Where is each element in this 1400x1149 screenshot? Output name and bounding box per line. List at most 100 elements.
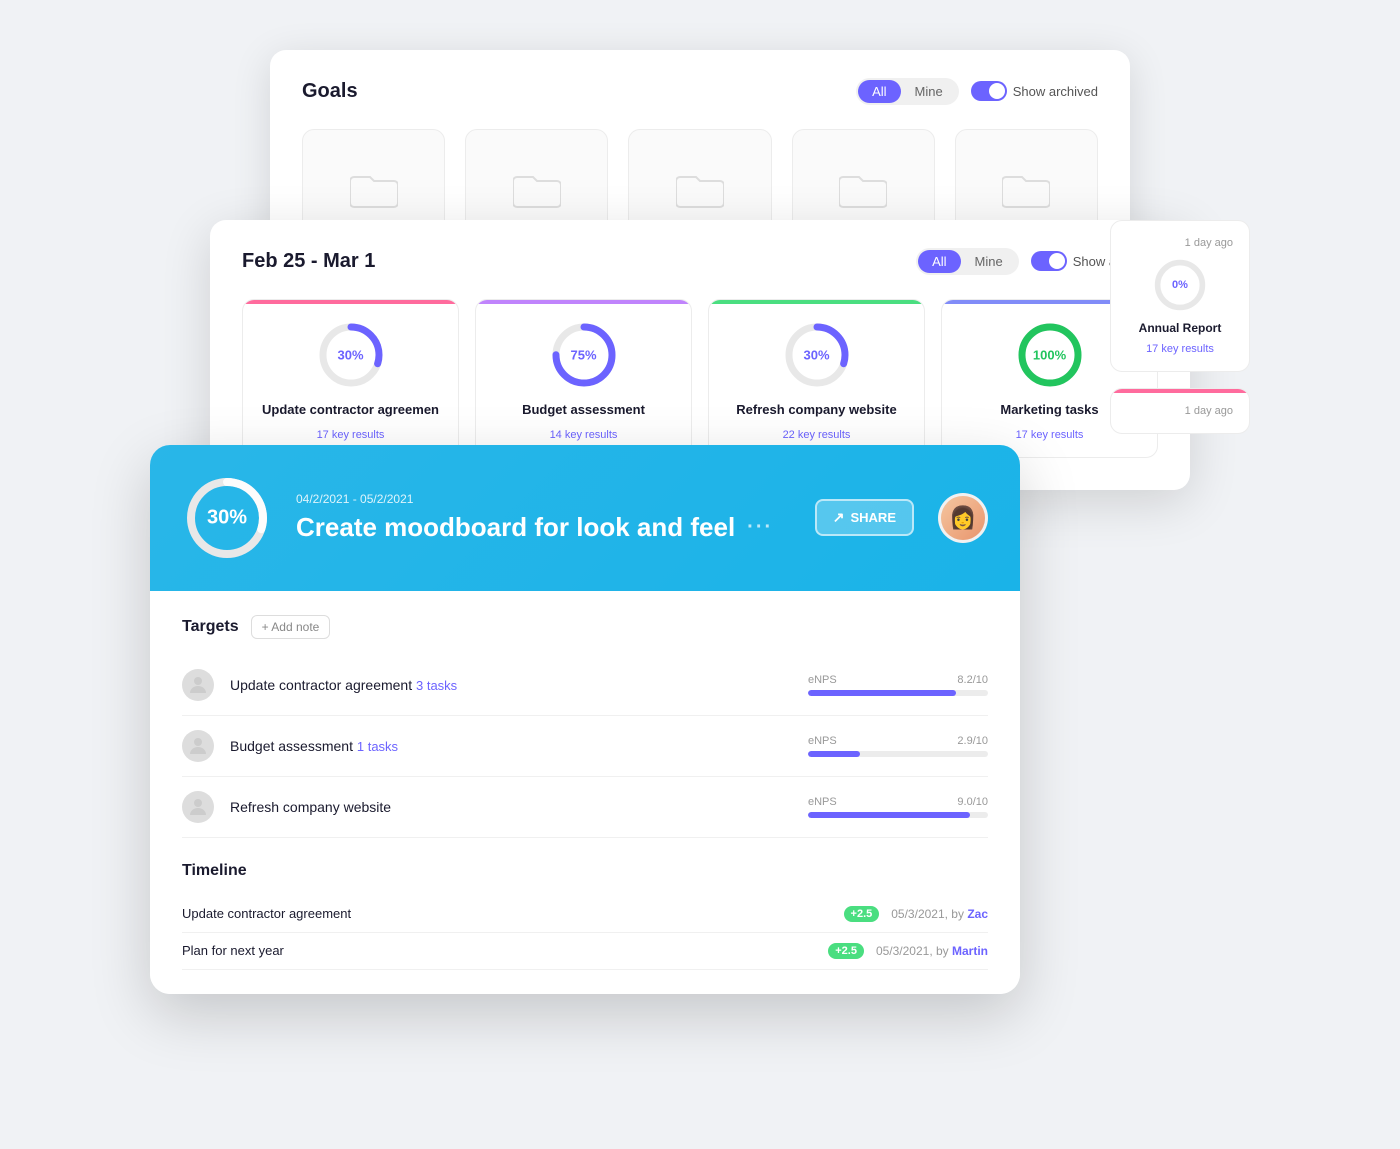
folder-icon-4 (839, 169, 887, 209)
goals-title: Goals (302, 80, 358, 103)
goal-card-sub-4: 17 key results (1016, 429, 1084, 441)
goal-card-name-4: Marketing tasks (1000, 402, 1098, 417)
goals-header: Goals All Mine Show archived (302, 78, 1098, 105)
side-card-2[interactable]: 1 day ago (1110, 388, 1250, 434)
side-card-timestamp-2: 1 day ago (1185, 405, 1233, 417)
target-row-2: Budget assessment 1 tasks eNPS 2.9/10 (182, 716, 988, 777)
metric-bar-track-2 (808, 751, 988, 757)
timeline-item-2: Plan for next year (182, 943, 816, 958)
archived-switch[interactable] (971, 81, 1007, 101)
donut-4: 100% (1015, 320, 1085, 390)
donut-pct-4: 100% (1033, 347, 1066, 362)
share-label: SHARE (850, 510, 896, 525)
goals-filter-group: All Mine (856, 78, 959, 105)
detail-body: Targets + Add note Update contractor agr… (150, 591, 1020, 994)
metric-label-1: eNPS (808, 674, 837, 686)
detail-header: 30% 04/2/2021 - 05/2/2021 Create moodboa… (150, 445, 1020, 591)
targets-title: Targets (182, 618, 239, 636)
folder-icon-3 (676, 169, 724, 209)
metric-bar-track-3 (808, 812, 988, 818)
metric-bar-fill-3 (808, 812, 970, 818)
annual-report-sub: 17 key results (1146, 343, 1214, 355)
donut-3: 30% (782, 320, 852, 390)
goal-card-sub-2: 14 key results (550, 429, 618, 441)
metric-value-2: 2.9/10 (957, 735, 988, 747)
folder-icon-2 (513, 169, 561, 209)
goal-card-sub-1: 17 key results (317, 429, 385, 441)
goal-card-3[interactable]: 30% Refresh company website 22 key resul… (708, 299, 925, 458)
mid-header: Feb 25 - Mar 1 All Mine Show archived (242, 248, 1158, 275)
goals-archived-toggle[interactable]: Show archived (971, 81, 1098, 101)
target-name-1: Update contractor agreement 3 tasks (230, 677, 792, 693)
timeline-badge-1: +2.5 (844, 906, 880, 922)
timeline-section: Timeline Update contractor agreement +2.… (182, 862, 988, 970)
add-note-button[interactable]: + Add note (251, 615, 331, 639)
detail-header-info: 04/2/2021 - 05/2/2021 Create moodboard f… (296, 492, 791, 543)
target-metric-2: eNPS 2.9/10 (808, 735, 988, 757)
target-avatar-2 (182, 730, 214, 762)
donut-1: 30% (316, 320, 386, 390)
folder-icon-5 (1002, 169, 1050, 209)
detail-panel: 30% 04/2/2021 - 05/2/2021 Create moodboa… (150, 445, 1020, 994)
donut-pct-3: 30% (803, 347, 829, 362)
goals-filter-mine[interactable]: Mine (901, 80, 957, 103)
timeline-meta-1: 05/3/2021, by Zac (891, 907, 988, 921)
metric-label-3: eNPS (808, 796, 837, 808)
detail-donut: 30% (182, 473, 272, 563)
detail-date: 04/2/2021 - 05/2/2021 (296, 492, 791, 506)
side-card-timestamp-1: 1 day ago (1185, 237, 1233, 249)
goal-card-name-3: Refresh company website (736, 402, 896, 417)
timeline-title: Timeline (182, 862, 988, 880)
targets-header: Targets + Add note (182, 615, 988, 639)
goals-archived-label: Show archived (1013, 84, 1098, 99)
side-card-annual[interactable]: 1 day ago 0% Annual Report 17 key result… (1110, 220, 1250, 372)
goal-card-1[interactable]: 30% Update contractor agreemen 17 key re… (242, 299, 459, 458)
goals-controls: All Mine Show archived (856, 78, 1098, 105)
side-donut-pct: 0% (1172, 279, 1188, 291)
mid-filter-group: All Mine (916, 248, 1019, 275)
metric-bar-fill-2 (808, 751, 860, 757)
target-name-3: Refresh company website (230, 799, 792, 815)
target-avatar-1 (182, 669, 214, 701)
donut-pct-2: 75% (570, 347, 596, 362)
detail-title-text: Create moodboard for look and feel (296, 512, 735, 543)
share-button[interactable]: ↗ SHARE (815, 499, 914, 536)
goal-card-name-2: Budget assessment (522, 402, 645, 417)
target-tasks-link-1[interactable]: 3 tasks (416, 678, 457, 693)
mid-title: Feb 25 - Mar 1 (242, 250, 375, 273)
timeline-row-2: Plan for next year +2.5 05/3/2021, by Ma… (182, 933, 988, 970)
goal-card-name-1: Update contractor agreemen (262, 402, 439, 417)
side-cards: 1 day ago 0% Annual Report 17 key result… (1110, 220, 1250, 434)
target-name-2: Budget assessment 1 tasks (230, 738, 792, 754)
timeline-by-1: Zac (967, 907, 988, 921)
target-row-3: Refresh company website eNPS 9.0/10 (182, 777, 988, 838)
metric-value-1: 8.2/10 (957, 674, 988, 686)
target-row-1: Update contractor agreement 3 tasks eNPS… (182, 655, 988, 716)
timeline-meta-2: 05/3/2021, by Martin (876, 944, 988, 958)
goal-cards-row: 30% Update contractor agreemen 17 key re… (242, 299, 1158, 458)
share-icon: ↗ (833, 509, 845, 526)
avatar: 👩 (938, 493, 988, 543)
avatar-image: 👩 (941, 496, 985, 540)
target-metric-1: eNPS 8.2/10 (808, 674, 988, 696)
metric-bar-fill-1 (808, 690, 956, 696)
metric-label-2: eNPS (808, 735, 837, 747)
target-tasks-link-2[interactable]: 1 tasks (357, 739, 398, 754)
timeline-by-2: Martin (952, 944, 988, 958)
detail-title: Create moodboard for look and feel ··· (296, 512, 791, 543)
timeline-badge-2: +2.5 (828, 943, 864, 959)
mid-filter-mine[interactable]: Mine (961, 250, 1017, 273)
goal-card-2[interactable]: 75% Budget assessment 14 key results (475, 299, 692, 458)
metric-bar-track-1 (808, 690, 988, 696)
mid-filter-all[interactable]: All (918, 250, 960, 273)
detail-pct: 30% (207, 506, 247, 529)
donut-pct-1: 30% (337, 347, 363, 362)
timeline-item-1: Update contractor agreement (182, 906, 832, 921)
target-avatar-3 (182, 791, 214, 823)
mid-archived-switch[interactable] (1031, 251, 1067, 271)
detail-more-icon[interactable]: ··· (747, 516, 773, 539)
donut-2: 75% (549, 320, 619, 390)
goal-card-sub-3: 22 key results (783, 429, 851, 441)
goals-filter-all[interactable]: All (858, 80, 900, 103)
target-metric-3: eNPS 9.0/10 (808, 796, 988, 818)
